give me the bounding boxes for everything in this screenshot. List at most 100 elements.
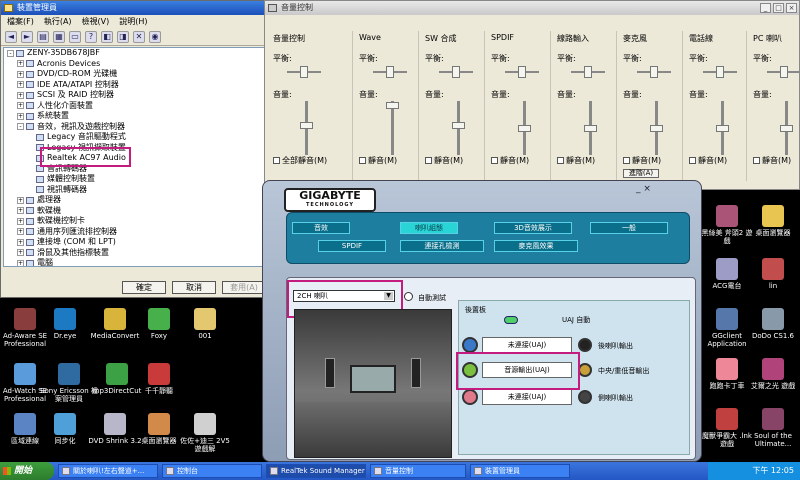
- minimize-icon[interactable]: _: [760, 3, 771, 13]
- close-icon[interactable]: ×: [786, 3, 797, 13]
- balance-slider[interactable]: [780, 66, 788, 78]
- mute-checkbox[interactable]: 靜音(M): [689, 155, 727, 166]
- desktop-icon[interactable]: 桌面瀏覽器: [746, 205, 800, 237]
- mute-checkbox[interactable]: 靜音(M): [491, 155, 529, 166]
- properties-icon[interactable]: ▦: [53, 30, 65, 43]
- taskbar-button[interactable]: 控制台: [162, 464, 262, 478]
- tree-node[interactable]: + 軟碟機控制卡: [4, 216, 268, 227]
- volume-slider[interactable]: [584, 125, 597, 132]
- expand-icon[interactable]: -: [17, 123, 24, 131]
- expand-icon[interactable]: +: [17, 70, 24, 78]
- tab-effects[interactable]: 音效: [292, 222, 350, 234]
- desktop-icon[interactable]: Soul of the Ultimate...: [746, 408, 800, 448]
- tree-node[interactable]: + IDE ATA/ATAPI 控制器: [4, 80, 268, 91]
- tree-node[interactable]: + 處理器: [4, 195, 268, 206]
- expand-icon[interactable]: +: [17, 60, 24, 68]
- audio-jack-icon[interactable]: [462, 389, 478, 405]
- balance-slider[interactable]: [300, 66, 308, 78]
- expand-icon[interactable]: +: [17, 207, 24, 215]
- tree-node[interactable]: + SCSI 及 RAID 控制器: [4, 90, 268, 101]
- menu-help[interactable]: 說明(H): [119, 15, 147, 28]
- tree-node[interactable]: + 人性化介面裝置: [4, 101, 268, 112]
- expand-icon[interactable]: -: [7, 49, 14, 57]
- expand-icon[interactable]: +: [17, 81, 24, 89]
- tab-speaker-config[interactable]: 喇叭組態: [400, 222, 458, 234]
- volume-slider[interactable]: [518, 125, 531, 132]
- desktop-icon[interactable]: 千千靜聽: [130, 363, 188, 395]
- tree-node[interactable]: + 軟碟機: [4, 206, 268, 217]
- tree-node[interactable]: + Acronis Devices: [4, 59, 268, 70]
- balance-slider[interactable]: [386, 66, 394, 78]
- tab-general[interactable]: 一般: [590, 222, 668, 234]
- tree-node[interactable]: + 系統裝置: [4, 111, 268, 122]
- menu-file[interactable]: 檔案(F): [7, 15, 34, 28]
- expand-icon[interactable]: +: [17, 249, 24, 257]
- auto-test-radio[interactable]: [404, 292, 413, 301]
- desktop-icon[interactable]: DoDo CS1.6: [746, 308, 800, 340]
- expand-icon[interactable]: +: [17, 196, 24, 204]
- balance-slider[interactable]: [716, 66, 724, 78]
- tree-node[interactable]: Legacy 音訊驅動程式: [4, 132, 268, 143]
- device-manager-titlebar[interactable]: 裝置管理員: [1, 1, 271, 15]
- tab-jack-detection[interactable]: 連接孔檢測: [400, 240, 484, 252]
- volume-slider[interactable]: [386, 102, 399, 110]
- ok-button[interactable]: 確定: [122, 281, 166, 294]
- mute-checkbox[interactable]: 靜音(M): [623, 155, 661, 166]
- tab-spdif[interactable]: SPDIF: [318, 240, 386, 252]
- balance-slider[interactable]: [452, 66, 460, 78]
- tree-node[interactable]: 視訊轉碼器: [4, 185, 268, 196]
- tree-view-icon[interactable]: ▤: [37, 30, 49, 43]
- volume-control-titlebar[interactable]: 音量控制 _ □ ×: [265, 1, 799, 15]
- taskbar-button[interactable]: RealTek Sound Manager: [266, 464, 366, 478]
- mute-checkbox[interactable]: 靜音(M): [359, 155, 397, 166]
- tree-node[interactable]: 媒體控制裝置: [4, 174, 268, 185]
- apply-button[interactable]: 套用(A): [222, 281, 266, 294]
- expand-icon[interactable]: +: [17, 217, 24, 225]
- print-icon[interactable]: ▭: [69, 30, 81, 43]
- maximize-icon[interactable]: □: [773, 3, 784, 13]
- back-arrow-icon[interactable]: ◄: [5, 30, 17, 43]
- expand-icon[interactable]: +: [17, 228, 24, 236]
- advanced-button[interactable]: 進階(A): [623, 169, 659, 178]
- mute-checkbox[interactable]: 靜音(M): [557, 155, 595, 166]
- mute-checkbox[interactable]: 靜音(M): [753, 155, 791, 166]
- jack-assignment[interactable]: 未連接(UAJ): [482, 337, 572, 353]
- expand-icon[interactable]: +: [17, 91, 24, 99]
- tree-node[interactable]: - 音效，視訊及遊戲控制器: [4, 122, 268, 133]
- mute-checkbox[interactable]: 靜音(M): [425, 155, 463, 166]
- audio-jack-icon[interactable]: [462, 337, 478, 353]
- menu-action[interactable]: 執行(A): [44, 15, 72, 28]
- balance-slider[interactable]: [650, 66, 658, 78]
- volume-slider[interactable]: [650, 125, 663, 132]
- volume-slider[interactable]: [452, 122, 465, 130]
- desktop-icon[interactable]: lin: [746, 258, 800, 290]
- taskbar-button[interactable]: 裝置管理員: [470, 464, 570, 478]
- expand-icon[interactable]: +: [17, 238, 24, 246]
- tree-node[interactable]: + 連接埠 (COM 和 LPT): [4, 237, 268, 248]
- start-button[interactable]: 開始: [0, 462, 54, 480]
- scan-hardware-icon[interactable]: ◧: [101, 30, 113, 43]
- tree-node[interactable]: + 通用序列匯流排控制器: [4, 227, 268, 238]
- balance-slider[interactable]: [584, 66, 592, 78]
- expand-icon[interactable]: +: [17, 259, 24, 266]
- tab-3d-demo[interactable]: 3D音效展示: [494, 222, 572, 234]
- menu-view[interactable]: 檢視(V): [82, 15, 110, 28]
- jack-assignment[interactable]: 未連接(UAJ): [482, 389, 572, 405]
- taskbar-button[interactable]: 關於喇叭!左右聲道+...: [58, 464, 158, 478]
- help-icon[interactable]: ?: [85, 30, 97, 43]
- tree-node[interactable]: + 電腦: [4, 258, 268, 266]
- uninstall-icon[interactable]: ✕: [133, 30, 145, 43]
- update-driver-icon[interactable]: ◨: [117, 30, 129, 43]
- expand-icon[interactable]: +: [17, 102, 24, 110]
- tree-node[interactable]: + 滑鼠及其他指標裝置: [4, 248, 268, 259]
- tab-mic-effects[interactable]: 麥克風效果: [494, 240, 578, 252]
- taskbar-button[interactable]: 音量控制: [370, 464, 466, 478]
- disable-icon[interactable]: ◉: [149, 30, 161, 43]
- cancel-button[interactable]: 取消: [172, 281, 216, 294]
- expand-icon[interactable]: +: [17, 112, 24, 120]
- mute-checkbox[interactable]: 全部靜音(M): [273, 155, 327, 166]
- forward-arrow-icon[interactable]: ►: [21, 30, 33, 43]
- tree-node[interactable]: - ZENY-35DB678JBF: [4, 48, 268, 59]
- volume-slider[interactable]: [780, 125, 793, 132]
- balance-slider[interactable]: [518, 66, 526, 78]
